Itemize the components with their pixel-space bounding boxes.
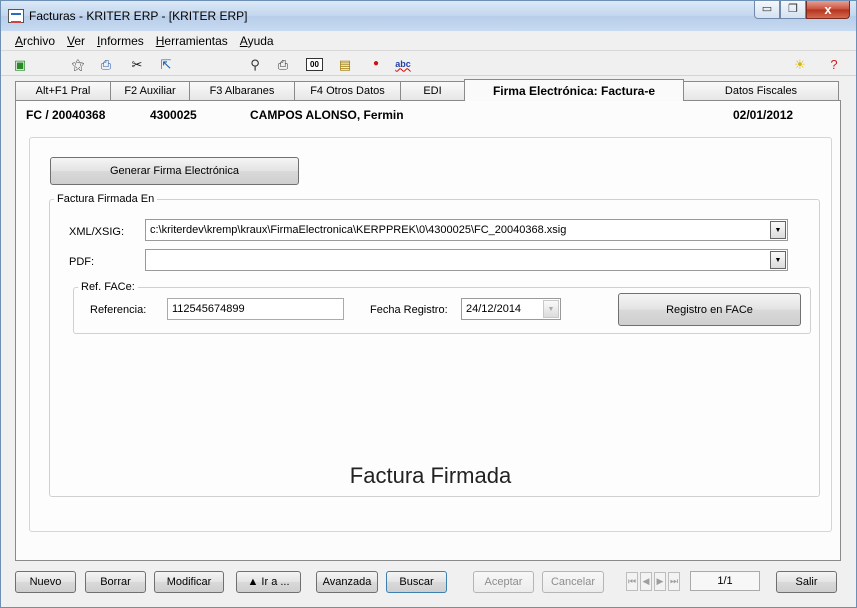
borrar-button[interactable]: Borrar — [85, 571, 146, 593]
menu-herramientas[interactable]: Herramientas — [150, 34, 234, 48]
salir-button[interactable]: Salir — [776, 571, 837, 593]
restore-button[interactable]: ❐ — [780, 1, 806, 19]
spellcheck-icon[interactable]: abc — [394, 55, 412, 73]
referencia-input[interactable]: 112545674899 — [167, 298, 344, 320]
fecha-registro-label: Fecha Registro: — [370, 304, 448, 316]
app-icon — [8, 9, 24, 23]
book-icon[interactable]: ▣ — [11, 55, 29, 73]
firma-panel: Generar Firma Electrónica Factura Firmad… — [29, 137, 832, 532]
restore-icon: ❐ — [788, 3, 798, 15]
close-button[interactable]: x — [806, 1, 850, 19]
printer-icon[interactable]: ⎙ — [274, 55, 292, 73]
salir-label: Salir — [795, 576, 818, 588]
invoice-account: 4300025 — [150, 108, 197, 122]
xml-path-combo[interactable]: c:\kriterdev\kremp\kraux\FirmaElectronic… — [145, 219, 788, 241]
title-bar[interactable]: Facturas - KRITER ERP - [KRITER ERP] ▭ ❐… — [1, 1, 856, 31]
folder-icon[interactable]: ▤ — [336, 55, 354, 73]
invoice-number: FC / 20040368 — [26, 108, 106, 122]
aceptar-label: Aceptar — [484, 576, 523, 588]
chevron-down-icon[interactable]: ▼ — [770, 221, 786, 239]
borrar-label: Borrar — [100, 576, 131, 588]
menu-ver[interactable]: Ver — [61, 34, 91, 48]
ir-a-label: ▲ Ir a ... — [247, 576, 290, 588]
chevron-down-icon[interactable]: ▼ — [543, 300, 559, 318]
toolbar: ▣ ⚝ ⎙ ✂ ⇱ ⚲ ⎙ 00 ▤ ● abc ☀ ? — [1, 52, 856, 76]
cancelar-label: Cancelar — [550, 576, 596, 588]
window-controls: ▭ ❐ x — [754, 1, 850, 19]
counter-icon[interactable]: 00 — [306, 58, 323, 71]
help-icon[interactable]: ? — [825, 55, 843, 73]
lightbulb-icon[interactable]: ☀ — [791, 55, 809, 73]
fecha-registro-value: 24/12/2014 — [466, 303, 522, 315]
tab-datos-fiscales[interactable]: Datos Fiscales — [683, 81, 839, 100]
tab-panel: FC / 20040368 4300025 CAMPOS ALONSO, Fer… — [15, 100, 841, 561]
scissors-icon[interactable]: ✂ — [128, 55, 146, 73]
ir-a-button[interactable]: ▲ Ir a ... — [236, 571, 301, 593]
cancelar-button[interactable]: Cancelar — [542, 571, 604, 593]
xml-path-value: c:\kriterdev\kremp\kraux\FirmaElectronic… — [150, 224, 567, 236]
generar-firma-button[interactable]: Generar Firma Electrónica — [50, 157, 299, 185]
first-record-icon[interactable]: ⏮ — [626, 572, 638, 591]
chevron-down-icon[interactable]: ▼ — [770, 251, 786, 269]
pdf-label: PDF: — [69, 256, 95, 268]
close-icon: x — [824, 2, 832, 17]
avanzada-label: Avanzada — [322, 576, 372, 588]
minimize-button[interactable]: ▭ — [754, 1, 780, 19]
menu-archivo[interactable]: Archivo — [9, 34, 61, 48]
registro-face-button[interactable]: Registro en FACe — [618, 293, 801, 326]
tab-pral[interactable]: Alt+F1 Pral — [15, 81, 111, 100]
tab-albaranes[interactable]: F3 Albaranes — [189, 81, 295, 100]
app-window: Facturas - KRITER ERP - [KRITER ERP] ▭ ❐… — [0, 0, 857, 608]
menu-bar: Archivo Ver Informes Herramientas Ayuda — [1, 31, 856, 51]
next-record-icon[interactable]: ▶ — [654, 572, 666, 591]
tab-auxiliar[interactable]: F2 Auxiliar — [110, 81, 190, 100]
buscar-button[interactable]: Buscar — [386, 571, 447, 593]
face-legend: Ref. FACe: — [78, 281, 138, 293]
tab-otros-datos[interactable]: F4 Otros Datos — [294, 81, 401, 100]
nuevo-label: Nuevo — [29, 576, 62, 588]
minimize-icon: ▭ — [761, 3, 773, 15]
record-icon[interactable]: ● — [367, 55, 385, 73]
runner-icon[interactable]: ⚝ — [69, 55, 87, 73]
window-title: Facturas - KRITER ERP - [KRITER ERP] — [29, 9, 248, 23]
menu-ayuda[interactable]: Ayuda — [234, 34, 280, 48]
tab-edi[interactable]: EDI — [400, 81, 465, 100]
tab-firma-electronica[interactable]: Firma Electrónica: Factura-e — [464, 79, 684, 101]
modificar-label: Modificar — [166, 576, 212, 588]
prev-record-icon[interactable]: ◀ — [640, 572, 652, 591]
invoice-client: CAMPOS ALONSO, Fermin — [250, 108, 404, 122]
menu-informes[interactable]: Informes — [91, 34, 150, 48]
print-icon[interactable]: ⎙ — [97, 55, 115, 73]
xml-label: XML/XSIG: — [69, 226, 125, 238]
avanzada-button[interactable]: Avanzada — [316, 571, 378, 593]
referencia-label: Referencia: — [90, 304, 147, 316]
factura-firmada-caption: Factura Firmada — [349, 463, 512, 488]
invoice-date: 02/01/2012 — [733, 108, 794, 122]
buscar-label: Buscar — [399, 576, 434, 588]
nuevo-button[interactable]: Nuevo — [15, 571, 76, 593]
tab-strip: Alt+F1 Pral F2 Auxiliar F3 Albaranes F4 … — [15, 79, 839, 101]
preview-icon[interactable]: ⚲ — [246, 55, 264, 73]
aceptar-button[interactable]: Aceptar — [473, 571, 534, 593]
pdf-path-combo[interactable]: ▼ — [145, 249, 788, 271]
factura-firmada-legend: Factura Firmada En — [54, 193, 158, 205]
modificar-button[interactable]: Modificar — [154, 571, 224, 593]
fecha-registro-combo[interactable]: 24/12/2014 ▼ — [461, 298, 561, 320]
last-record-icon[interactable]: ⏭ — [668, 572, 680, 591]
record-counter: 1/1 — [690, 571, 760, 591]
factura-firmada-group: Factura Firmada En XML/XSIG: c:\kriterde… — [49, 193, 820, 497]
export-icon[interactable]: ⇱ — [157, 55, 175, 73]
face-group: Ref. FACe: Referencia: 112545674899 Fech… — [73, 281, 811, 334]
